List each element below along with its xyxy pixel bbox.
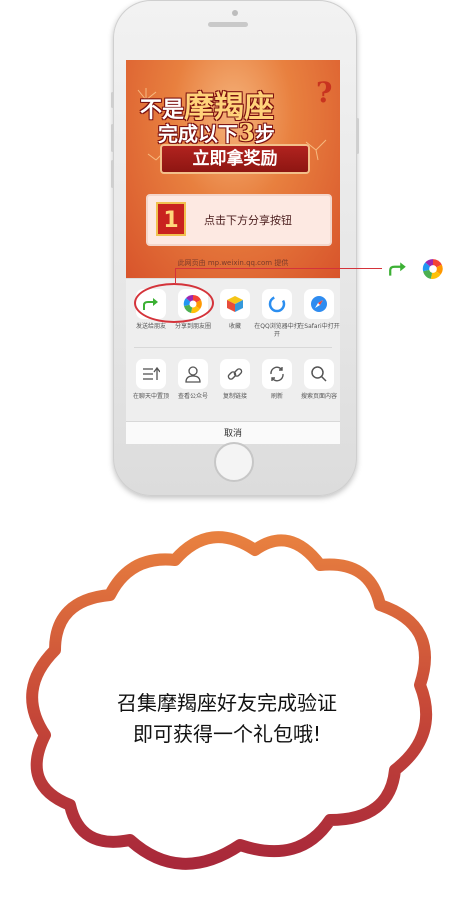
callout-connector [175,268,176,283]
poster-reward-banner: 立即拿奖励 [160,144,310,174]
refresh-icon [262,359,292,389]
promo-poster: 不是摩羯座 ? 完成以下3步 立即拿奖励 1 点击下方分享按钮 此网页由 mp.… [126,60,340,278]
share-label: 在QQ浏览器中打开 [254,323,300,338]
action-row: 在聊天中置顶 查看公众号 复制链接 刷新 搜索页面内容 [130,355,340,415]
view-official-account[interactable]: 查看公众号 [172,355,214,415]
poster-title-line2: 完成以下3步 [158,118,275,147]
phone-side-button [111,160,114,188]
highlight-ring [134,283,214,323]
search-page-content[interactable]: 搜索页面内容 [298,355,340,415]
callout-connector [175,268,382,269]
phone-screen: 不是摩羯座 ? 完成以下3步 立即拿奖励 1 点击下方分享按钮 此网页由 mp.… [126,60,340,444]
forward-icon [389,262,406,276]
action-label: 刷新 [270,393,283,400]
open-in-qq-browser[interactable]: 在QQ浏览器中打开 [254,285,300,345]
step-card: 1 点击下方分享按钮 [146,194,332,246]
moments-icon [422,259,443,280]
share-label: 分享到朋友圈 [174,323,211,330]
question-mark: ? [316,76,333,109]
phone-side-button [111,124,114,152]
poster-title2-number: 3 [238,118,255,147]
action-label: 复制链接 [222,393,247,400]
cancel-button[interactable]: 取消 [126,421,340,444]
action-label: 搜索页面内容 [300,393,337,400]
safari-compass-icon [304,289,334,319]
phone-side-button [356,118,359,154]
source-text: 此网页由 mp.weixin.qq.com 提供 [177,259,289,267]
share-label: 收藏 [228,323,241,330]
pin-top-icon [136,359,166,389]
callout-line1: 召集摩羯座好友完成验证 [117,691,337,715]
favorite-button[interactable]: 收藏 [214,285,256,345]
search-icon [304,359,334,389]
callout-icons [386,258,448,282]
phone-speaker [208,22,248,27]
step-text: 点击下方分享按钮 [204,214,292,227]
share-label: 发送给朋友 [135,323,166,330]
favorite-cube-icon [220,289,250,319]
pin-to-top[interactable]: 在聊天中置顶 [130,355,172,415]
phone-side-button [111,92,114,108]
step-number: 1 [156,202,186,236]
poster-title2-post: 步 [254,122,275,146]
copy-link[interactable]: 复制链接 [214,355,256,415]
action-label: 在聊天中置顶 [132,393,169,400]
qq-browser-icon [262,289,292,319]
phone-camera [232,10,238,16]
callout-line2: 即可获得一个礼包哦! [132,722,322,746]
home-button[interactable] [214,442,254,482]
poster-title2-pre: 完成以下 [158,122,238,146]
share-label: 在Safari中打开 [298,323,340,330]
link-icon [220,359,250,389]
action-label: 查看公众号 [177,393,208,400]
profile-icon [178,359,208,389]
refresh-button[interactable]: 刷新 [256,355,298,415]
open-in-safari[interactable]: 在Safari中打开 [298,285,340,345]
sheet-divider [134,347,332,348]
